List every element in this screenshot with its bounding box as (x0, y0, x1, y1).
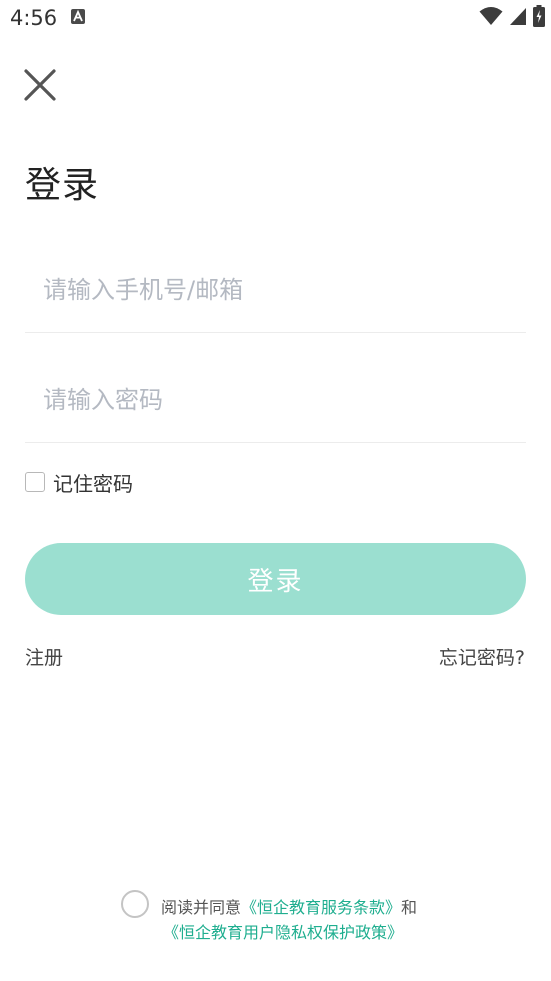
phone-email-input[interactable] (43, 270, 513, 310)
forgot-password-link[interactable]: 忘记密码? (439, 643, 525, 670)
remember-password-checkbox[interactable] (25, 472, 45, 492)
phone-email-field (25, 252, 526, 333)
remember-password-label: 记住密码 (53, 471, 133, 496)
password-field (25, 362, 526, 443)
notification-a-icon (71, 9, 85, 24)
terms-link[interactable]: 《恒企教育服务条款》 (241, 898, 401, 917)
close-button[interactable] (22, 67, 58, 103)
agreement-radio[interactable] (121, 890, 149, 918)
password-input[interactable] (43, 380, 513, 420)
remember-password-toggle[interactable]: 记住密码 (25, 470, 133, 496)
status-icons (479, 5, 545, 31)
agreement-line-2: 《恒企教育用户隐私权保护政策》 (163, 919, 403, 943)
login-button[interactable]: 登录 (25, 543, 526, 615)
privacy-policy-link[interactable]: 《恒企教育用户隐私权保护政策》 (163, 923, 403, 942)
status-bar: 4:56 (0, 0, 551, 38)
wifi-icon (479, 6, 503, 30)
agreement-conjunction: 和 (401, 898, 418, 917)
close-icon (24, 69, 56, 101)
login-screen: 4:56 登录 请输入手机号/邮箱 记住密码 登录 注册 忘记密码? 阅读并同意… (0, 0, 551, 981)
register-link[interactable]: 注册 (25, 643, 63, 670)
agreement-line-1: 阅读并同意《恒企教育服务条款》和 (161, 894, 417, 918)
page-title: 登录 (25, 165, 100, 206)
agreement-prefix: 阅读并同意 (161, 898, 242, 917)
status-time: 4:56 (10, 6, 58, 30)
battery-charging-icon (533, 5, 545, 31)
signal-icon (509, 7, 527, 30)
